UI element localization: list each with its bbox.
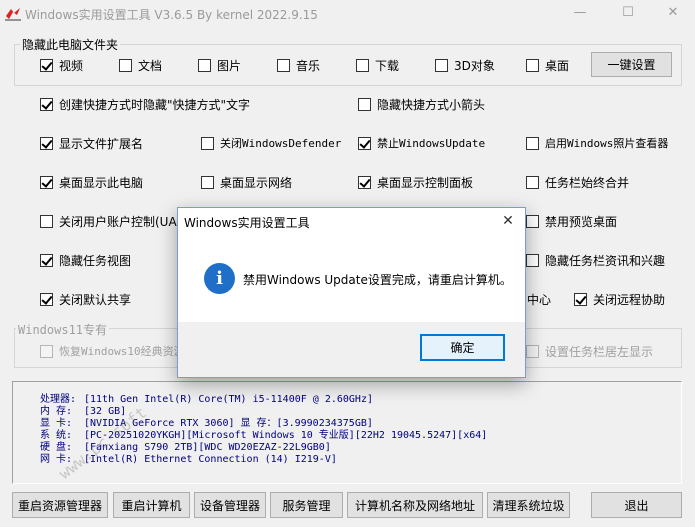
checkbox-show-file-extensions[interactable]: 显示文件扩展名 bbox=[40, 134, 143, 152]
partial-option-label: 中心 bbox=[527, 293, 552, 307]
checkbox-box[interactable] bbox=[201, 136, 214, 150]
checkbox-hide-pictures[interactable]: 图片 bbox=[198, 56, 241, 74]
checkbox-box[interactable] bbox=[40, 292, 53, 306]
dialog-title: Windows实用设置工具 bbox=[184, 216, 310, 230]
exit-button[interactable]: 退出 bbox=[591, 492, 682, 518]
checkbox-hide-documents[interactable]: 文档 bbox=[119, 56, 162, 74]
checkbox-box[interactable] bbox=[526, 175, 539, 189]
checkbox-disable-defender[interactable]: 关闭WindowsDefender bbox=[201, 134, 341, 152]
checkbox-box[interactable] bbox=[40, 97, 53, 111]
device-manager-button[interactable]: 设备管理器 bbox=[194, 492, 266, 518]
checkbox-box[interactable] bbox=[574, 292, 587, 306]
checkbox-hide-3d-objects[interactable]: 3D对象 bbox=[435, 56, 495, 74]
checkbox-hide-shortcut-text[interactable]: 创建快捷方式时隐藏"快捷方式"文字 bbox=[40, 95, 250, 113]
checkbox-box[interactable] bbox=[40, 175, 53, 189]
checkbox-box[interactable] bbox=[40, 253, 53, 267]
computer-name-network-button[interactable]: 计算机名称及网络地址 bbox=[347, 492, 483, 518]
app-logo-icon bbox=[5, 8, 21, 21]
dialog-close-button[interactable]: ✕ bbox=[491, 208, 525, 236]
checkbox-box[interactable] bbox=[358, 136, 371, 150]
checkbox-taskbar-left-align[interactable]: 设置任务栏居左显示 bbox=[526, 342, 653, 360]
checkbox-disable-peek-desktop[interactable]: 禁用预览桌面 bbox=[526, 212, 617, 230]
checkbox-restore-win10-explorer[interactable]: 恢复Windows10经典资源 bbox=[40, 342, 185, 360]
info-icon: i bbox=[204, 263, 235, 294]
checkbox-desktop-show-network[interactable]: 桌面显示网络 bbox=[201, 173, 292, 191]
checkbox-box[interactable] bbox=[526, 344, 539, 358]
checkbox-box[interactable] bbox=[526, 214, 539, 228]
checkbox-box[interactable] bbox=[356, 58, 369, 72]
clean-junk-button[interactable]: 清理系统垃圾 bbox=[487, 492, 570, 518]
checkbox-box[interactable] bbox=[119, 58, 132, 72]
checkbox-hide-videos[interactable]: 视频 bbox=[40, 56, 83, 74]
checkbox-disable-remote-assistance[interactable]: 关闭远程协助 bbox=[574, 290, 665, 308]
checkbox-hide-shortcut-arrow[interactable]: 隐藏快捷方式小箭头 bbox=[358, 95, 485, 113]
dialog-body: i 禁用Windows Update设置完成，请重启计算机。 bbox=[178, 236, 525, 322]
checkbox-box[interactable] bbox=[277, 58, 290, 72]
window-title: Windows实用设置工具 V3.6.5 By kernel 2022.9.15 bbox=[25, 8, 318, 22]
dialog-message: 禁用Windows Update设置完成，请重启计算机。 bbox=[243, 273, 512, 287]
checkbox-box[interactable] bbox=[435, 58, 448, 72]
restart-computer-button[interactable]: 重启计算机 bbox=[113, 492, 190, 518]
hide-folders-group-label: 隐藏此电脑文件夹 bbox=[20, 36, 121, 53]
checkbox-box[interactable] bbox=[40, 344, 53, 358]
checkbox-desktop-show-control-panel[interactable]: 桌面显示控制面板 bbox=[358, 173, 473, 191]
restart-explorer-button[interactable]: 重启资源管理器 bbox=[12, 492, 108, 518]
checkbox-hide-music[interactable]: 音乐 bbox=[277, 56, 320, 74]
win11-group-label: Windows11专有 bbox=[16, 321, 110, 338]
checkbox-box[interactable] bbox=[526, 253, 539, 267]
checkbox-taskbar-always-combine[interactable]: 任务栏始终合并 bbox=[526, 173, 629, 191]
one-click-setup-button[interactable]: 一键设置 bbox=[591, 52, 672, 77]
checkbox-hide-downloads[interactable]: 下载 bbox=[356, 56, 399, 74]
checkbox-hide-news-interests[interactable]: 隐藏任务栏资讯和兴趣 bbox=[526, 251, 665, 269]
dialog-title-bar: Windows实用设置工具 ✕ bbox=[178, 208, 525, 236]
service-management-button[interactable]: 服务管理 bbox=[270, 492, 343, 518]
message-dialog: Windows实用设置工具 ✕ i 禁用Windows Update设置完成，请… bbox=[177, 207, 526, 378]
ok-button[interactable]: 确定 bbox=[420, 334, 505, 361]
checkbox-box[interactable] bbox=[358, 97, 371, 111]
checkbox-desktop-show-this-pc[interactable]: 桌面显示此电脑 bbox=[40, 173, 143, 191]
checkbox-enable-photo-viewer[interactable]: 启用Windows照片查看器 bbox=[526, 134, 668, 152]
checkbox-box[interactable] bbox=[526, 58, 539, 72]
checkbox-disable-windows-update[interactable]: 禁止WindowsUpdate bbox=[358, 134, 485, 152]
title-bar: Windows实用设置工具 V3.6.5 By kernel 2022.9.15… bbox=[0, 0, 695, 30]
dialog-footer: 确定 bbox=[178, 322, 525, 377]
system-info-panel: 处理器: [11th Gen Intel(R) Core(TM) i5-11400… bbox=[12, 381, 682, 484]
checkbox-box[interactable] bbox=[198, 58, 211, 72]
checkbox-box[interactable] bbox=[358, 175, 371, 189]
checkbox-box[interactable] bbox=[526, 136, 539, 150]
checkbox-hide-desktop[interactable]: 桌面 bbox=[526, 56, 569, 74]
checkbox-box[interactable] bbox=[40, 136, 53, 150]
checkbox-disable-default-share[interactable]: 关闭默认共享 bbox=[40, 290, 131, 308]
checkbox-disable-uac[interactable]: 关闭用户账户控制(UAC bbox=[40, 212, 185, 230]
close-window-button[interactable]: ✕ bbox=[650, 0, 695, 28]
maximize-button[interactable]: ☐ bbox=[605, 0, 651, 28]
minimize-button[interactable]: — bbox=[557, 0, 603, 28]
checkbox-box[interactable] bbox=[40, 58, 53, 72]
checkbox-hide-task-view[interactable]: 隐藏任务视图 bbox=[40, 251, 131, 269]
checkbox-box[interactable] bbox=[40, 214, 53, 228]
checkbox-box[interactable] bbox=[201, 175, 214, 189]
